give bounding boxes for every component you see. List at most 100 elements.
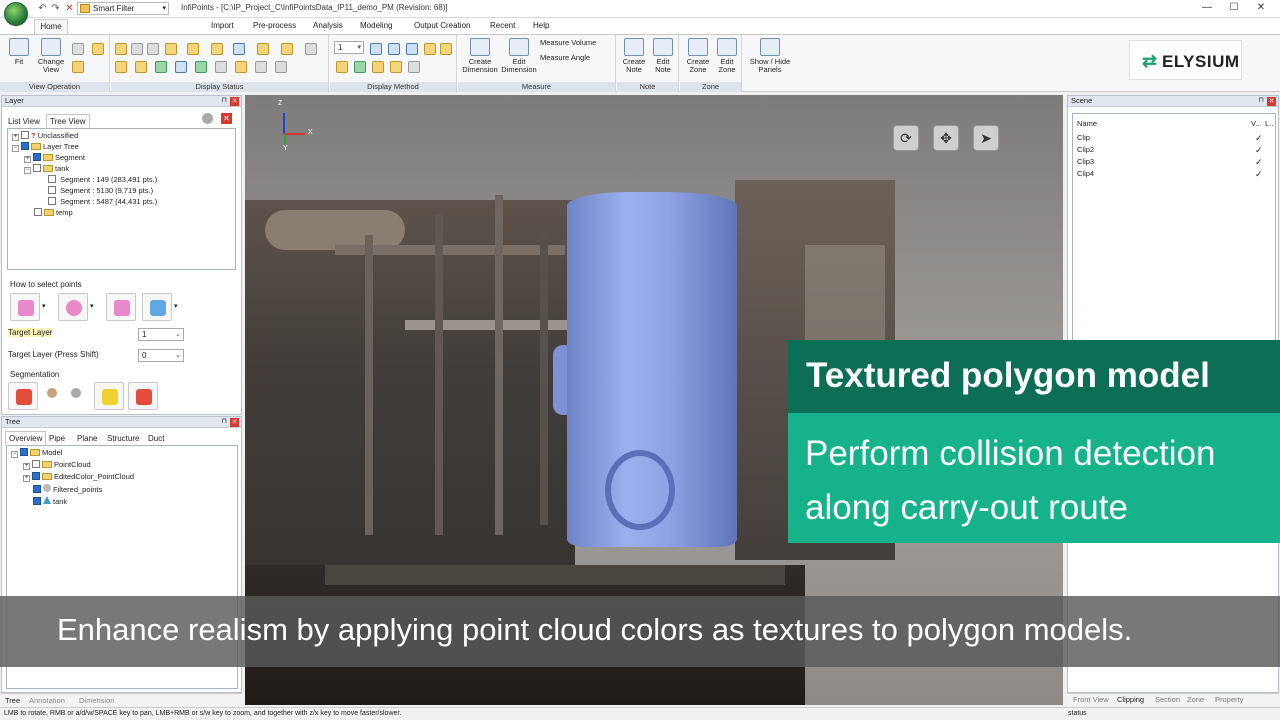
tree-row-unclassified[interactable]: +? Unclassified xyxy=(12,131,78,141)
tab-output-creation[interactable]: Output Creation xyxy=(414,21,470,30)
checkbox[interactable] xyxy=(33,153,41,161)
expand-icon[interactable]: + xyxy=(23,475,30,482)
pan-icon[interactable] xyxy=(72,61,84,73)
tab-home[interactable]: Home xyxy=(34,19,68,34)
visible-check[interactable]: ✓ xyxy=(1255,133,1263,144)
display-icon[interactable] xyxy=(372,61,384,73)
tree-row-temp[interactable]: temp xyxy=(34,208,73,218)
collapse-icon[interactable]: − xyxy=(11,451,18,458)
tab-list-view[interactable]: List View xyxy=(8,117,40,126)
display-icon[interactable] xyxy=(131,43,143,55)
display-icon[interactable] xyxy=(406,43,418,55)
tree-row-filtered-points[interactable]: Filtered_points xyxy=(33,484,102,495)
select-pointer-icon[interactable]: ➤ xyxy=(973,125,999,151)
minimize-button[interactable]: — xyxy=(1200,1,1214,15)
tab-analysis[interactable]: Analysis xyxy=(313,21,343,30)
pan-icon[interactable]: ✥ xyxy=(933,125,959,151)
target-layer-shift-select[interactable]: 0 ⌄ xyxy=(138,349,184,362)
select-circle-button[interactable] xyxy=(58,293,88,321)
tab-tree-view[interactable]: Tree View xyxy=(46,114,90,128)
chevron-down-icon[interactable]: ▾ xyxy=(174,302,178,310)
close-button[interactable]: ✕ xyxy=(1254,1,1268,15)
tree-row-layer-tree[interactable]: − Layer Tree xyxy=(12,142,79,152)
tree-row-model[interactable]: − Model xyxy=(11,448,62,458)
display-icon[interactable] xyxy=(305,43,317,55)
display-icon[interactable] xyxy=(135,61,147,73)
select-box-button[interactable] xyxy=(106,293,136,321)
display-icon[interactable] xyxy=(147,43,159,55)
zoom-icon[interactable] xyxy=(92,43,104,55)
tree-row-pointcloud[interactable]: + PointCloud xyxy=(23,460,91,470)
tab-pre-process[interactable]: Pre-process xyxy=(253,21,296,30)
tab-annotation[interactable]: Annotation xyxy=(29,696,65,705)
tree-row-segment-5130[interactable]: Segment : 5130 (9,719 pts.) xyxy=(48,186,153,196)
visible-check[interactable]: ✓ xyxy=(1255,157,1263,168)
display-icon[interactable] xyxy=(255,61,267,73)
checkbox[interactable] xyxy=(48,186,56,194)
segment-merge-button[interactable] xyxy=(128,382,158,410)
tab-plane[interactable]: Plane xyxy=(77,434,97,443)
change-view-button[interactable]: Change View xyxy=(34,38,68,74)
display-icon[interactable] xyxy=(354,61,366,73)
measure-angle-button[interactable]: Measure Angle xyxy=(540,54,616,62)
tab-pipe[interactable]: Pipe xyxy=(49,434,65,443)
tab-overview[interactable]: Overview xyxy=(5,431,47,445)
tab-dimension[interactable]: Dimension xyxy=(79,696,114,705)
measure-volume-button[interactable]: Measure Volume xyxy=(540,39,616,47)
app-menu-button[interactable] xyxy=(4,2,28,26)
display-icon[interactable] xyxy=(115,61,127,73)
segment-down-button[interactable] xyxy=(94,382,124,410)
display-icon[interactable] xyxy=(195,61,207,73)
tab-front-view[interactable]: Front View xyxy=(1073,695,1109,704)
tab-duct[interactable]: Duct xyxy=(148,434,164,443)
display-icon[interactable] xyxy=(370,43,382,55)
tab-clipping[interactable]: Clipping xyxy=(1117,695,1144,704)
scene-row[interactable]: Clip3 ✓ xyxy=(1077,157,1273,169)
segment-button[interactable] xyxy=(8,382,38,410)
display-icon[interactable] xyxy=(336,61,348,73)
display-icon[interactable] xyxy=(424,43,436,55)
maximize-button[interactable]: ☐ xyxy=(1227,1,1241,15)
display-icon[interactable] xyxy=(257,43,269,55)
settings-icon[interactable] xyxy=(202,113,213,124)
pin-icon[interactable]: ⊓ xyxy=(222,96,227,106)
pin-icon[interactable]: ⊓ xyxy=(1259,96,1264,106)
tab-modeling[interactable]: Modeling xyxy=(360,21,392,30)
pin-icon[interactable]: ⊓ xyxy=(222,417,227,427)
scene-row[interactable]: Clip ✓ xyxy=(1077,133,1273,145)
target-layer-select[interactable]: 1 ⌄ xyxy=(138,328,184,341)
expand-icon[interactable]: + xyxy=(24,156,31,163)
checkbox[interactable] xyxy=(48,175,56,183)
create-dimension-button[interactable]: Create Dimension xyxy=(460,38,500,74)
redo-icon[interactable]: ↷ xyxy=(50,3,61,14)
checkbox[interactable] xyxy=(32,460,40,468)
collapse-icon[interactable]: − xyxy=(24,167,31,174)
checkbox[interactable] xyxy=(33,497,41,505)
checkbox[interactable] xyxy=(33,485,41,493)
delete-icon[interactable]: ✕ xyxy=(64,3,75,14)
display-icon[interactable] xyxy=(115,43,127,55)
tree-row-segment-149[interactable]: Segment : 149 (283,491 pts.) xyxy=(48,175,157,185)
edit-zone-button[interactable]: Edit Zone xyxy=(713,38,741,74)
tab-section[interactable]: Section xyxy=(1155,695,1180,704)
close-icon[interactable]: ✕ xyxy=(1267,97,1276,106)
select-cylinder-button[interactable] xyxy=(142,293,172,321)
collapse-icon[interactable]: − xyxy=(12,145,19,152)
display-icon[interactable] xyxy=(215,61,227,73)
tab-recent[interactable]: Recent xyxy=(490,21,515,30)
segment-tool-button[interactable] xyxy=(64,382,94,410)
display-icon[interactable] xyxy=(211,43,223,55)
chevron-down-icon[interactable]: ▾ xyxy=(42,302,46,310)
scene-row[interactable]: Clip2 ✓ xyxy=(1077,145,1273,157)
create-note-button[interactable]: Create Note xyxy=(620,38,648,74)
tree-row-tank[interactable]: tank xyxy=(33,496,67,507)
checkbox[interactable] xyxy=(33,164,41,172)
checkbox[interactable] xyxy=(48,197,56,205)
display-icon[interactable] xyxy=(235,61,247,73)
select-rect-button[interactable] xyxy=(10,293,40,321)
checkbox[interactable] xyxy=(20,448,28,456)
close-icon[interactable]: ✕ xyxy=(230,97,239,106)
display-icon[interactable] xyxy=(187,43,199,55)
show-hide-panels-button[interactable]: Show / Hide Panels xyxy=(745,38,795,74)
display-icon[interactable] xyxy=(233,43,245,55)
